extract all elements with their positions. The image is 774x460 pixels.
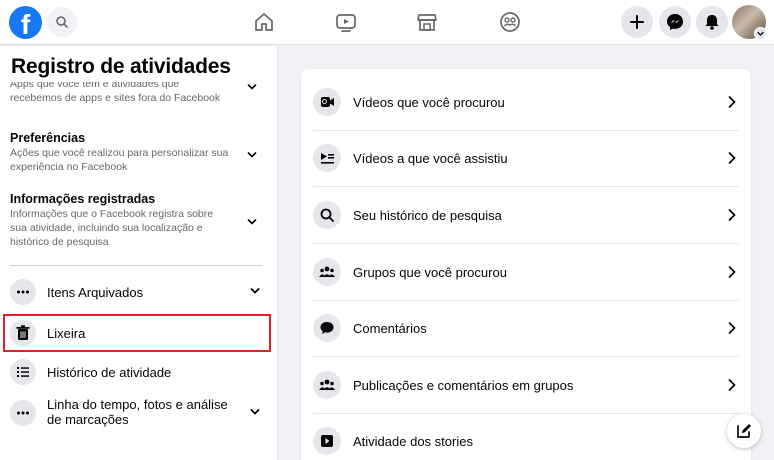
compose-icon [737,424,751,438]
list-item-comments[interactable]: Comentários [301,300,751,356]
search-icon [313,201,341,229]
chevron-right-icon [728,322,736,334]
list-item-label: Seu histórico de pesquisa [353,208,502,223]
category-title: Informações registradas [10,192,156,206]
groups-icon [313,371,341,399]
sidebar-item-timeline-review[interactable]: Linha do tempo, fotos e análise de marca… [4,392,271,438]
trash-icon [10,320,36,346]
more-icon [10,279,36,305]
sidebar-item-label: Histórico de atividade [47,365,172,380]
sidebar-item-label: Linha do tempo, fotos e análise de marca… [47,397,228,427]
search-button[interactable] [47,7,77,37]
facebook-logo[interactable]: f [9,6,42,39]
groups-icon[interactable] [498,10,522,34]
list-item-label: Comentários [353,321,427,336]
plus-icon [630,15,644,29]
chevron-down-icon [247,219,257,225]
sidebar-item-label: Itens Arquivados [47,285,144,300]
category-description: recebemos de apps e sites fora do Facebo… [10,92,221,104]
video-search-icon [313,88,341,116]
watch-icon[interactable] [334,10,358,34]
new-message-button[interactable] [727,414,761,448]
sidebar-scroll-area[interactable]: Apps que você tem e atividades que receb… [0,82,277,460]
category-description: Ações que você realizou para personaliza… [10,147,229,173]
activity-categories-card: Vídeos que você procurou Vídeos a que vo… [301,69,751,460]
bell-icon [705,15,719,30]
create-button[interactable] [621,6,653,38]
list-item-searched-groups[interactable]: Grupos que você procurou [301,244,751,300]
chevron-down-icon [250,288,260,294]
messenger-button[interactable] [659,6,691,38]
sidebar-item-trash[interactable]: Lixeira [3,314,271,352]
sidebar-item-activity-history[interactable]: Histórico de atividade [4,354,271,390]
marketplace-icon[interactable] [415,10,439,34]
top-bar: f [0,0,774,45]
category-description-clipped: Apps que você tem e atividades que [10,82,180,90]
list-item-label: Atividade dos stories [353,434,473,449]
chevron-down-icon [247,152,257,158]
sidebar-item-label: Lixeira [47,326,86,341]
sidebar-item-archived[interactable]: Itens Arquivados [4,274,271,310]
category-description: Informações que o Facebook registra sobr… [10,208,214,248]
list-item-label: Vídeos a que você assistiu [353,151,508,166]
list-icon [10,359,36,385]
list-item-search-history[interactable]: Seu histórico de pesquisa [301,187,751,243]
more-icon [10,400,36,426]
chevron-right-icon [728,379,736,391]
list-item-watched-videos[interactable]: Vídeos a que você assistiu [301,130,751,186]
chevron-right-icon [728,209,736,221]
activity-log-sidebar: Registro de atividades Apps que você tem… [0,46,277,460]
chevron-down-icon [250,409,260,415]
chevron-down-icon [247,84,257,90]
notifications-button[interactable] [696,6,728,38]
list-item-label: Vídeos que você procurou [353,95,505,110]
chevron-right-icon [728,96,736,108]
category-off-facebook[interactable]: Apps que você tem e atividades que receb… [10,82,264,105]
list-item-searched-videos[interactable]: Vídeos que você procurou [301,74,751,130]
search-icon [56,16,68,28]
category-logged-information[interactable]: Informações registradas Informações que … [10,192,264,249]
stories-icon [313,427,341,455]
list-item-stories-activity[interactable]: Atividade dos stories [301,413,751,460]
divider [10,265,263,266]
list-item-group-posts-comments[interactable]: Publicações e comentários em grupos [301,357,751,413]
home-icon[interactable] [252,10,276,34]
category-preferences[interactable]: Preferências Ações que você realizou par… [10,131,264,174]
account-menu-chevron-icon[interactable] [754,27,767,40]
chevron-right-icon [728,266,736,278]
list-item-label: Grupos que você procurou [353,265,507,280]
groups-icon [313,258,341,286]
video-watched-icon [313,144,341,172]
chevron-right-icon [728,152,736,164]
category-title: Preferências [10,131,86,145]
list-item-label: Publicações e comentários em grupos [353,378,574,393]
messenger-icon [667,14,683,30]
page-title: Registro de atividades [11,55,231,78]
comment-icon [313,314,341,342]
